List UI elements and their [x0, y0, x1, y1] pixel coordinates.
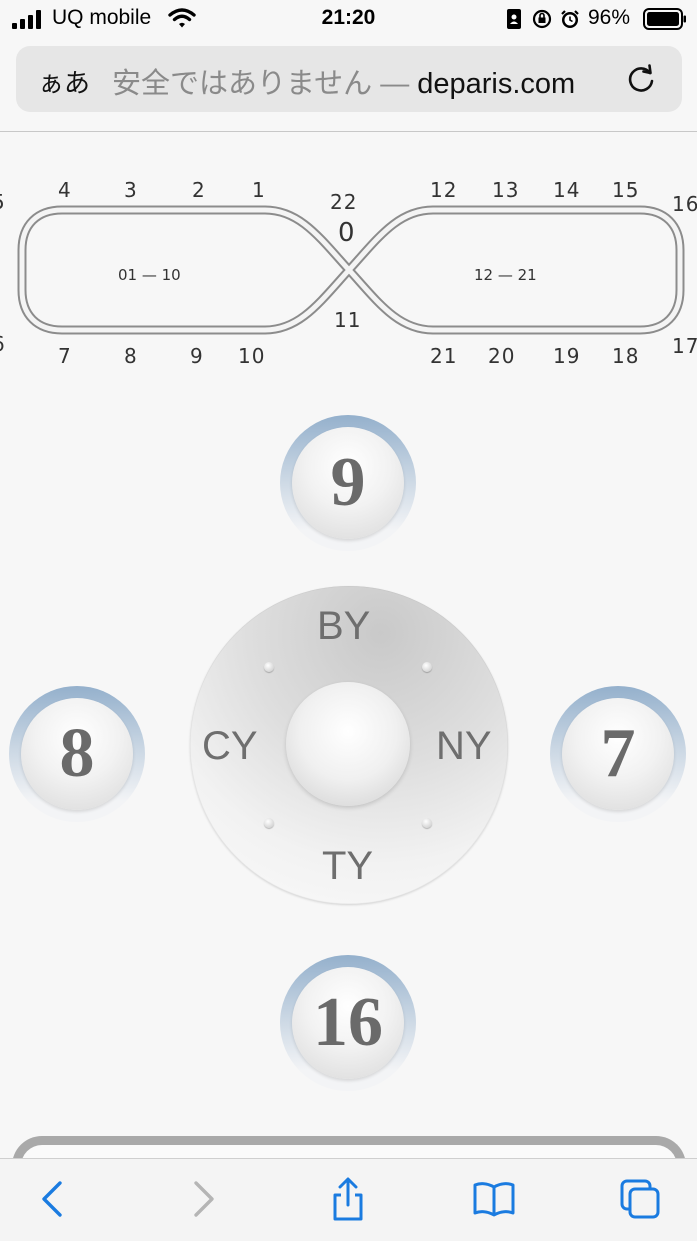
direction-pad: BY CY NY TY	[190, 586, 508, 904]
dial-number: 21	[430, 344, 458, 368]
back-icon[interactable]	[32, 1177, 76, 1221]
security-warning: 安全ではありません —	[112, 68, 418, 100]
pad-center-button[interactable]	[286, 682, 410, 806]
dial-number: 12	[430, 178, 458, 202]
left-range-label: 01 — 10	[118, 266, 181, 284]
dial-number: 4	[58, 178, 72, 202]
url-domain: deparis.com	[417, 68, 576, 100]
dial-number: 10	[238, 344, 266, 368]
dial-number: 1	[252, 178, 266, 202]
portrait-lock-icon	[507, 9, 521, 29]
dial-number: 3	[124, 178, 138, 202]
dial-number: 15	[612, 178, 640, 202]
share-icon[interactable]	[326, 1177, 370, 1221]
dial-number: 6	[0, 332, 6, 356]
battery-percent: 96%	[588, 6, 631, 29]
number-button-bottom[interactable]: 16	[280, 955, 416, 1091]
dial-number: 2	[192, 178, 206, 202]
dial-number: 17	[672, 334, 697, 358]
bookmarks-icon[interactable]	[472, 1177, 516, 1221]
reload-icon[interactable]	[624, 62, 658, 96]
dial-number: 9	[190, 344, 204, 368]
dial-zero-mark: 0	[338, 218, 356, 248]
tabs-icon[interactable]	[618, 1177, 662, 1221]
dial-number: 22	[330, 190, 358, 214]
pad-down-button[interactable]: TY	[322, 844, 373, 889]
number-button-label: 9	[292, 427, 404, 539]
dial-number: 14	[553, 178, 581, 202]
pad-dot	[264, 662, 274, 672]
infinity-dial: 5 4 3 2 1 22 0 11 12 13 14 15 16 6 7 8 9…	[0, 168, 697, 378]
number-button-label: 16	[292, 967, 404, 1079]
battery-icon	[643, 8, 686, 30]
pad-up-button[interactable]: BY	[317, 604, 370, 649]
dial-number: 11	[334, 308, 362, 332]
number-button-top[interactable]: 9	[280, 415, 416, 551]
number-button-left[interactable]: 8	[9, 686, 145, 822]
dial-number: 5	[0, 190, 6, 214]
number-button-label: 7	[562, 698, 674, 810]
header-divider	[0, 131, 697, 132]
dial-number: 19	[553, 344, 581, 368]
pad-dot	[264, 818, 274, 828]
dial-number: 7	[58, 344, 72, 368]
address-bar[interactable]: ぁあ 安全ではありません — deparis.com	[16, 46, 682, 112]
dial-number: 8	[124, 344, 138, 368]
alarm-icon	[561, 10, 579, 28]
pad-right-button[interactable]: NY	[436, 724, 492, 769]
pad-left-button[interactable]: CY	[202, 724, 258, 769]
url-field[interactable]: 安全ではありません — deparis.com	[112, 60, 622, 100]
status-bar: UQ mobile 21:20 96%	[0, 0, 697, 40]
number-button-right[interactable]: 7	[550, 686, 686, 822]
pad-dot	[422, 662, 432, 672]
pad-dot	[422, 818, 432, 828]
dial-number: 16	[672, 192, 697, 216]
rotation-lock-icon	[532, 9, 552, 29]
dial-number: 20	[488, 344, 516, 368]
right-range-label: 12 — 21	[474, 266, 537, 284]
system-status-icons	[507, 9, 579, 29]
browser-toolbar	[0, 1158, 697, 1241]
reader-options-button[interactable]: ぁあ	[38, 63, 90, 100]
dial-number: 13	[492, 178, 520, 202]
forward-icon[interactable]	[182, 1177, 226, 1221]
number-button-label: 8	[21, 698, 133, 810]
dial-number: 18	[612, 344, 640, 368]
